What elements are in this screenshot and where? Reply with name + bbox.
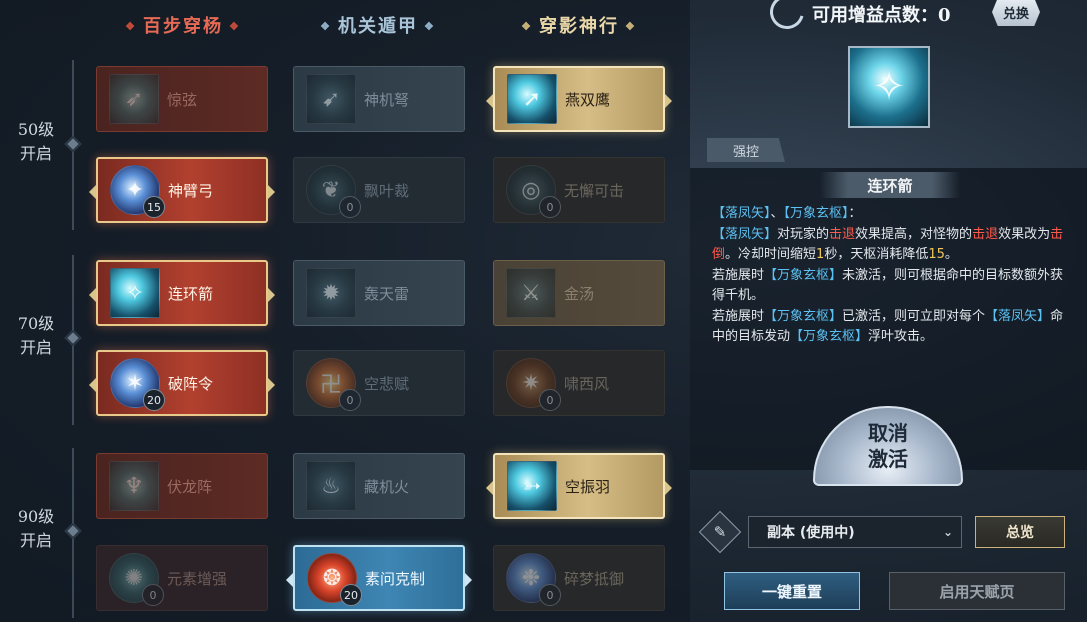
description-line: 若施展时【万象玄枢】未激活，则可根据命中的目标数额外获得千机。	[712, 267, 1064, 304]
selection-arrow-right-icon	[465, 573, 472, 587]
skill-card-suimengdiyu[interactable]: ❉ 0 碎梦抵御	[493, 545, 665, 611]
skill-rank-badge: 0	[142, 584, 164, 606]
skill-rank-badge: 0	[539, 196, 561, 218]
skill-card-jingxian[interactable]: ➶ 惊弦	[96, 66, 268, 132]
skill-icon: 卍 0	[306, 358, 361, 411]
skill-rank-badge: 20	[340, 584, 362, 606]
selected-skill-icon: ✧	[848, 46, 930, 128]
tier-label-70: 70级 开启	[17, 314, 55, 357]
skill-card-suwenkezhi[interactable]: ❂ 20 素问克制	[286, 545, 472, 611]
skill-icon: ➚	[507, 74, 557, 124]
skill-icon: ➶	[109, 74, 159, 124]
diamond-icon: ❖	[229, 20, 241, 33]
skill-icon: ✷ 0	[506, 358, 561, 411]
skill-card-yanshuangying[interactable]: ➚ 燕双鹰	[486, 66, 672, 132]
skill-icon: ◎ 0	[506, 165, 561, 218]
skill-icon: ✧	[110, 268, 160, 318]
feather-strike-icon: ➳	[522, 473, 542, 499]
skill-card-shenjinu[interactable]: ➹ 神机弩	[293, 66, 465, 132]
skill-card-kongbeifu[interactable]: 卍 0 空悲赋	[293, 350, 465, 416]
crossbow-icon: ➹	[321, 86, 341, 112]
column-header-baibu: ❖ 百步穿杨 ❖	[125, 16, 241, 37]
selection-arrow-right-icon	[268, 185, 275, 199]
spirit-icon: ♆	[124, 473, 144, 499]
diamond-icon: ❖	[125, 20, 137, 33]
skill-card-yuansuzengqiang[interactable]: ✺ 0 元素增强	[96, 545, 268, 611]
skill-rank-badge: 20	[143, 389, 165, 411]
skill-icon: ❦ 0	[306, 165, 361, 218]
skill-icon: ✹	[306, 268, 356, 318]
skill-description: 【落凤矢】、【万象玄枢】： 【落凤矢】对玩家的击退效果提高，对怪物的击退效果改为…	[712, 204, 1072, 348]
skill-icon: ➹	[306, 74, 356, 124]
skill-card-piaoyecai[interactable]: ❦ 0 飘叶裁	[293, 157, 465, 223]
skill-card-hongtianlei[interactable]: ✹ 轰天雷	[293, 260, 465, 326]
chevron-down-icon: ⌄	[942, 525, 953, 539]
skill-icon: ⚔	[506, 268, 556, 318]
skill-icon: ✦ 15	[110, 165, 165, 218]
selection-arrow-left-icon	[89, 288, 96, 302]
one-click-reset-button[interactable]: 一键重置	[724, 572, 860, 610]
skill-icon: ✶ 20	[110, 358, 165, 411]
skill-card-xiaoxifeng[interactable]: ✷ 0 啸西风	[493, 350, 665, 416]
skill-icon: ❂ 20	[307, 553, 362, 606]
leap-icon: ➚	[522, 86, 542, 112]
bomb-icon: ✹	[321, 280, 341, 306]
arrow-burst-icon: ✧	[872, 64, 906, 110]
diamond-icon: ❖	[625, 20, 637, 33]
selected-skill-title: 连环箭	[820, 172, 960, 198]
skill-card-cangjihuo[interactable]: ♨ 藏机火	[293, 453, 465, 519]
skill-card-kongzhenyu[interactable]: ➳ 空振羽	[486, 453, 672, 519]
skill-card-wuxiekeji[interactable]: ◎ 0 无懈可击	[493, 157, 665, 223]
skill-rank-badge: 0	[539, 389, 561, 411]
skill-rank-badge: 0	[339, 196, 361, 218]
skill-icon: ♨	[306, 461, 356, 511]
tier-label-50: 50级 开启	[17, 120, 55, 163]
skill-icon: ➳	[507, 461, 557, 511]
skill-card-pozhenling[interactable]: ✶ 20 破阵令	[89, 350, 275, 416]
skill-icon: ❉ 0	[506, 553, 561, 606]
skill-card-lianhuanjian[interactable]: ✧ 连环箭	[89, 260, 275, 326]
talent-plan-select[interactable]: 副本 (使用中) ⌄	[748, 516, 962, 548]
arrows-icon: ➶	[124, 86, 144, 112]
arrow-burst-icon: ✧	[125, 280, 145, 306]
selection-arrow-left-icon	[486, 481, 493, 495]
skill-card-shenbigong[interactable]: ✦ 15 神臂弓	[89, 157, 275, 223]
flame-icon: ♨	[321, 473, 341, 499]
skill-rank-badge: 15	[143, 196, 165, 218]
selection-arrow-left-icon	[89, 378, 96, 392]
description-line: 【落凤矢】、【万象玄枢】：	[712, 206, 862, 221]
skill-type-tag: 强控	[707, 138, 785, 162]
selection-arrow-right-icon	[268, 378, 275, 392]
selection-arrow-right-icon	[268, 288, 275, 302]
skill-card-jintang[interactable]: ⚔ 金汤	[493, 260, 665, 326]
description-line: 若施展时【万象玄枢】已激活，则可立即对每个【落凤矢】命中的目标发动【万象玄枢】浮…	[712, 308, 1064, 345]
selection-arrow-left-icon	[486, 94, 493, 108]
description-line: 【落凤矢】对玩家的击退效果提高，对怪物的击退效果改为击倒。冷却时间缩短1秒，天枢…	[712, 226, 1064, 263]
available-points-value: 0	[938, 5, 951, 26]
plan-edit-wrapper: ✎	[698, 510, 742, 554]
pencil-icon: ✎	[713, 523, 727, 541]
edit-plan-button[interactable]: ✎	[698, 510, 742, 554]
skill-icon: ✺ 0	[109, 553, 164, 606]
diamond-icon: ❖	[424, 20, 436, 33]
exchange-button[interactable]: 兑换	[992, 0, 1040, 26]
selection-arrow-right-icon	[665, 481, 672, 495]
enable-talent-page-button[interactable]: 启用天赋页	[889, 572, 1065, 610]
column-header-chuanying: ❖ 穿影神行 ❖	[521, 16, 637, 37]
selection-arrow-right-icon	[665, 94, 672, 108]
column-header-jiguan: ❖ 机关遁甲 ❖	[320, 16, 436, 37]
selection-arrow-left-icon	[286, 573, 293, 587]
selection-arrow-left-icon	[89, 185, 96, 199]
overview-button[interactable]: 总览	[975, 516, 1065, 548]
skill-icon: ♆	[109, 461, 159, 511]
diamond-icon: ❖	[320, 20, 332, 33]
skill-card-fulongzhen[interactable]: ♆ 伏龙阵	[96, 453, 268, 519]
skill-rank-badge: 0	[339, 389, 361, 411]
skill-rank-badge: 0	[539, 584, 561, 606]
tier-label-90: 90级 开启	[17, 507, 55, 550]
crescent-moon-icon	[763, 0, 811, 36]
warrior-icon: ⚔	[521, 280, 541, 306]
diamond-icon: ❖	[521, 20, 533, 33]
